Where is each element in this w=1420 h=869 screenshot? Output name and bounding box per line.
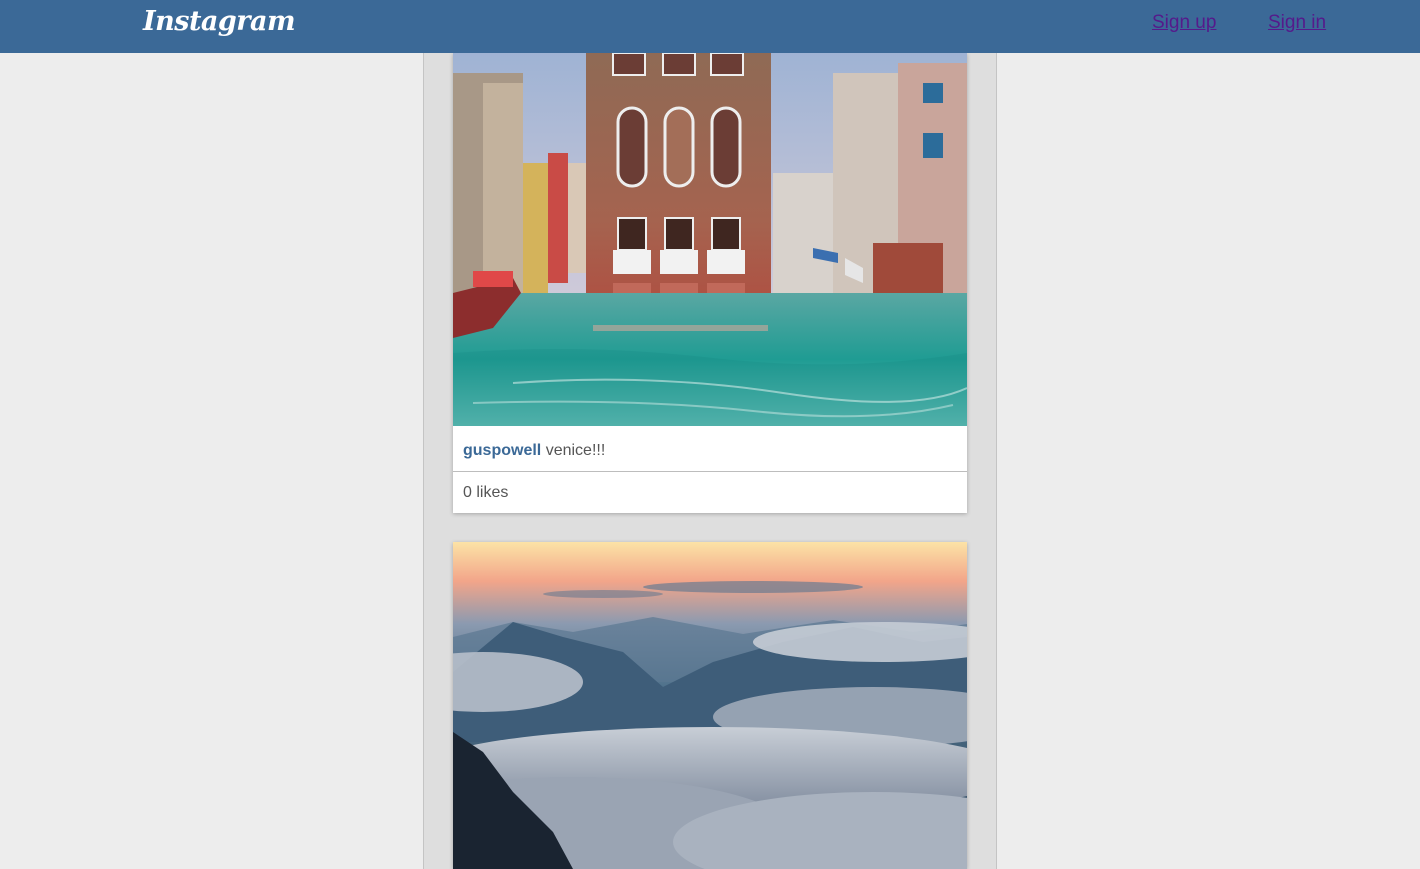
post-photo[interactable] [453, 53, 967, 426]
likes-count: 0 likes [463, 484, 509, 501]
post-caption: guspowell venice!!! [453, 426, 967, 472]
post-card: guspowell venice!!! 0 likes [453, 53, 967, 513]
feed-column: guspowell venice!!! 0 likes [423, 53, 997, 869]
post-username[interactable]: guspowell [463, 442, 541, 459]
sign-in-link[interactable]: Sign in [1268, 12, 1326, 34]
post-photo[interactable] [453, 542, 967, 869]
mountains-above-clouds-photo [453, 542, 967, 869]
post-card [453, 542, 967, 869]
caption-text: venice!!! [545, 442, 606, 459]
sign-up-link[interactable]: Sign up [1152, 12, 1216, 34]
venice-canal-photo [453, 53, 967, 426]
instagram-logo[interactable]: Instagram [143, 6, 296, 37]
top-bar: Instagram Sign up Sign in [0, 0, 1420, 53]
